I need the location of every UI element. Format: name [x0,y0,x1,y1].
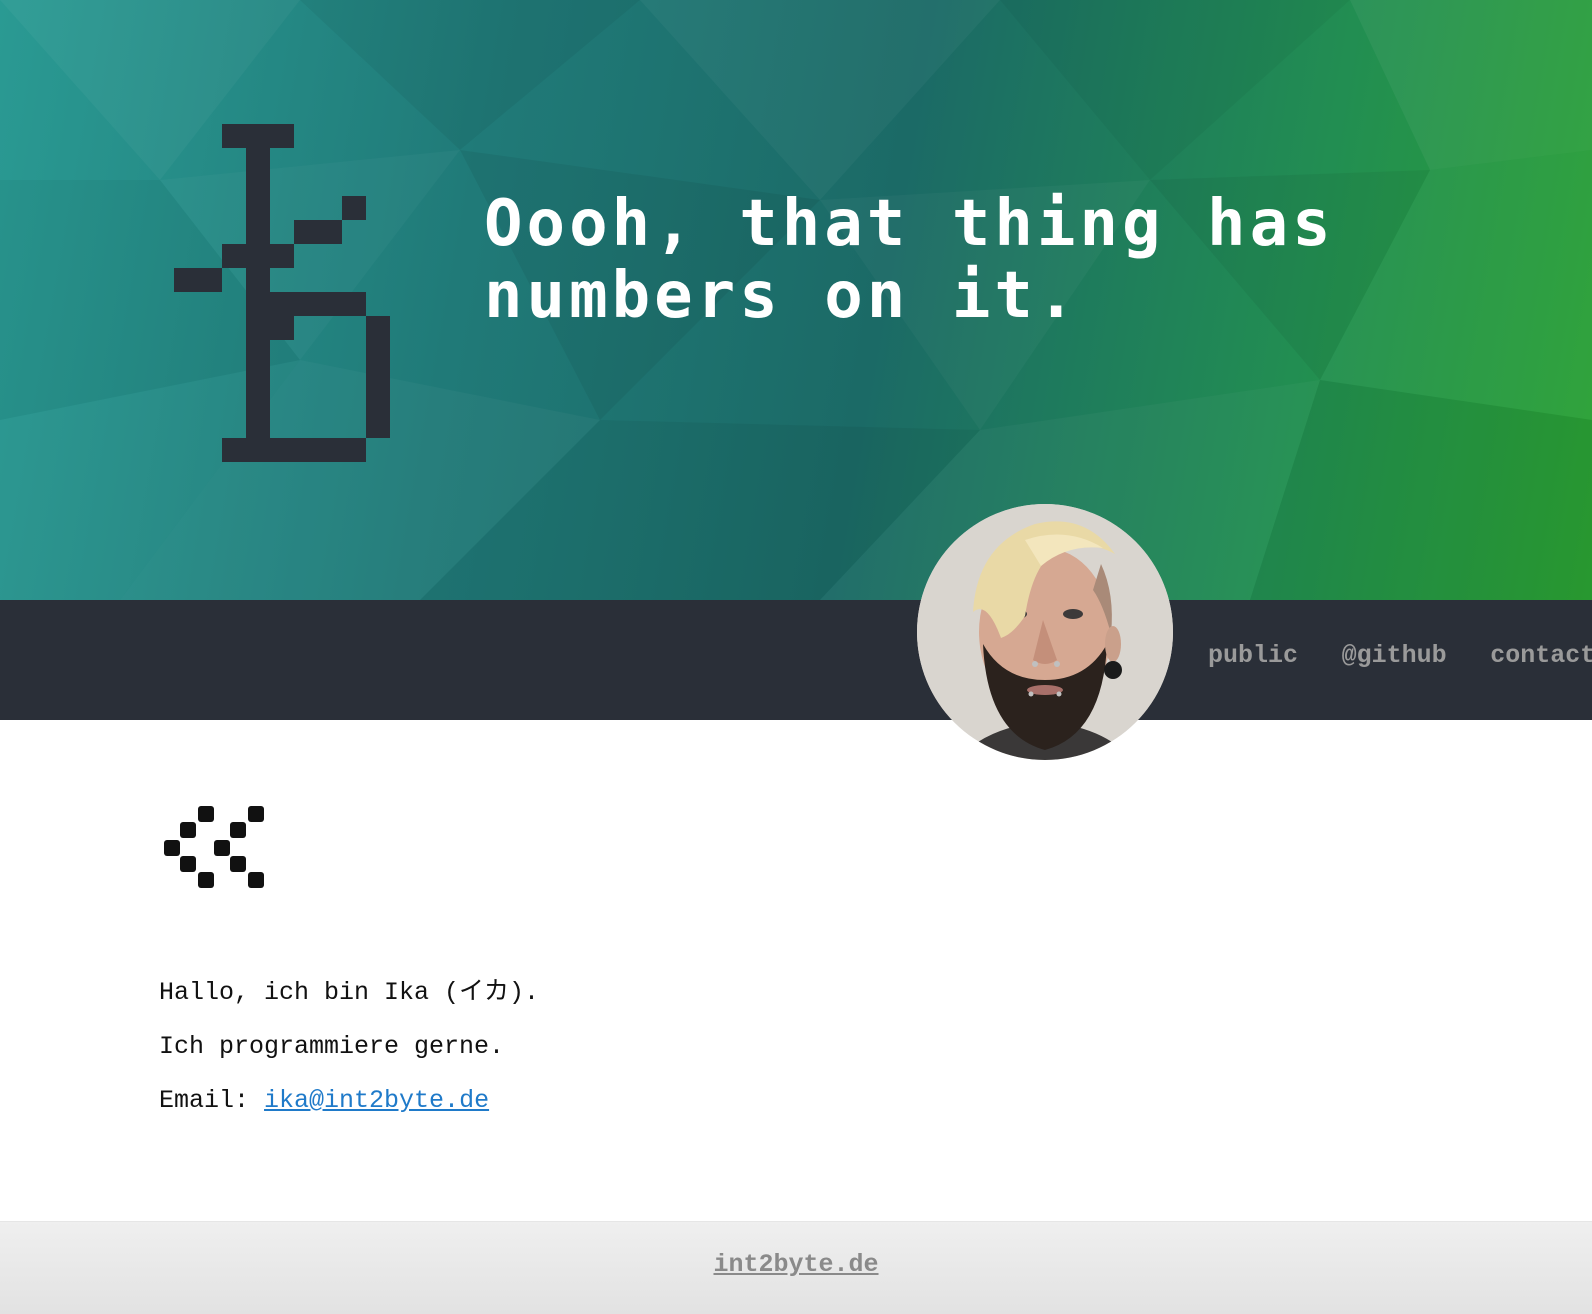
page: Oooh, that thing has numbers on it. publ… [0,0,1592,1314]
greeting-text: Hallo, ich bin Ika (イカ). [159,978,540,1007]
profile-photo-icon [917,504,1173,760]
footer-site-link[interactable]: int2byte.de [0,1250,1592,1280]
nav-link-public[interactable]: public [1208,640,1298,672]
nav-links: public @github contact [1208,640,1592,672]
navigation-bar: public @github contact [0,600,1592,720]
main-content: Hallo, ich bin Ika (イカ). Ich programmier… [159,978,1059,1140]
intro-text: Ich programmiere gerne. [159,1032,505,1061]
hero-tagline: Oooh, that thing has numbers on it. [484,187,1335,333]
site-logo [174,124,390,462]
footer: int2byte.de [0,1221,1592,1314]
avatar [917,504,1173,760]
email-line: Email: ika@int2byte.de [159,1086,1059,1116]
hero-banner: Oooh, that thing has numbers on it. [0,0,1592,600]
nav-link-github[interactable]: @github [1342,640,1447,672]
email-link[interactable]: ika@int2byte.de [264,1086,489,1115]
double-chevron-left-icon[interactable] [164,806,268,890]
email-label: Email: [159,1086,265,1115]
nav-link-contact[interactable]: contact [1490,640,1592,672]
